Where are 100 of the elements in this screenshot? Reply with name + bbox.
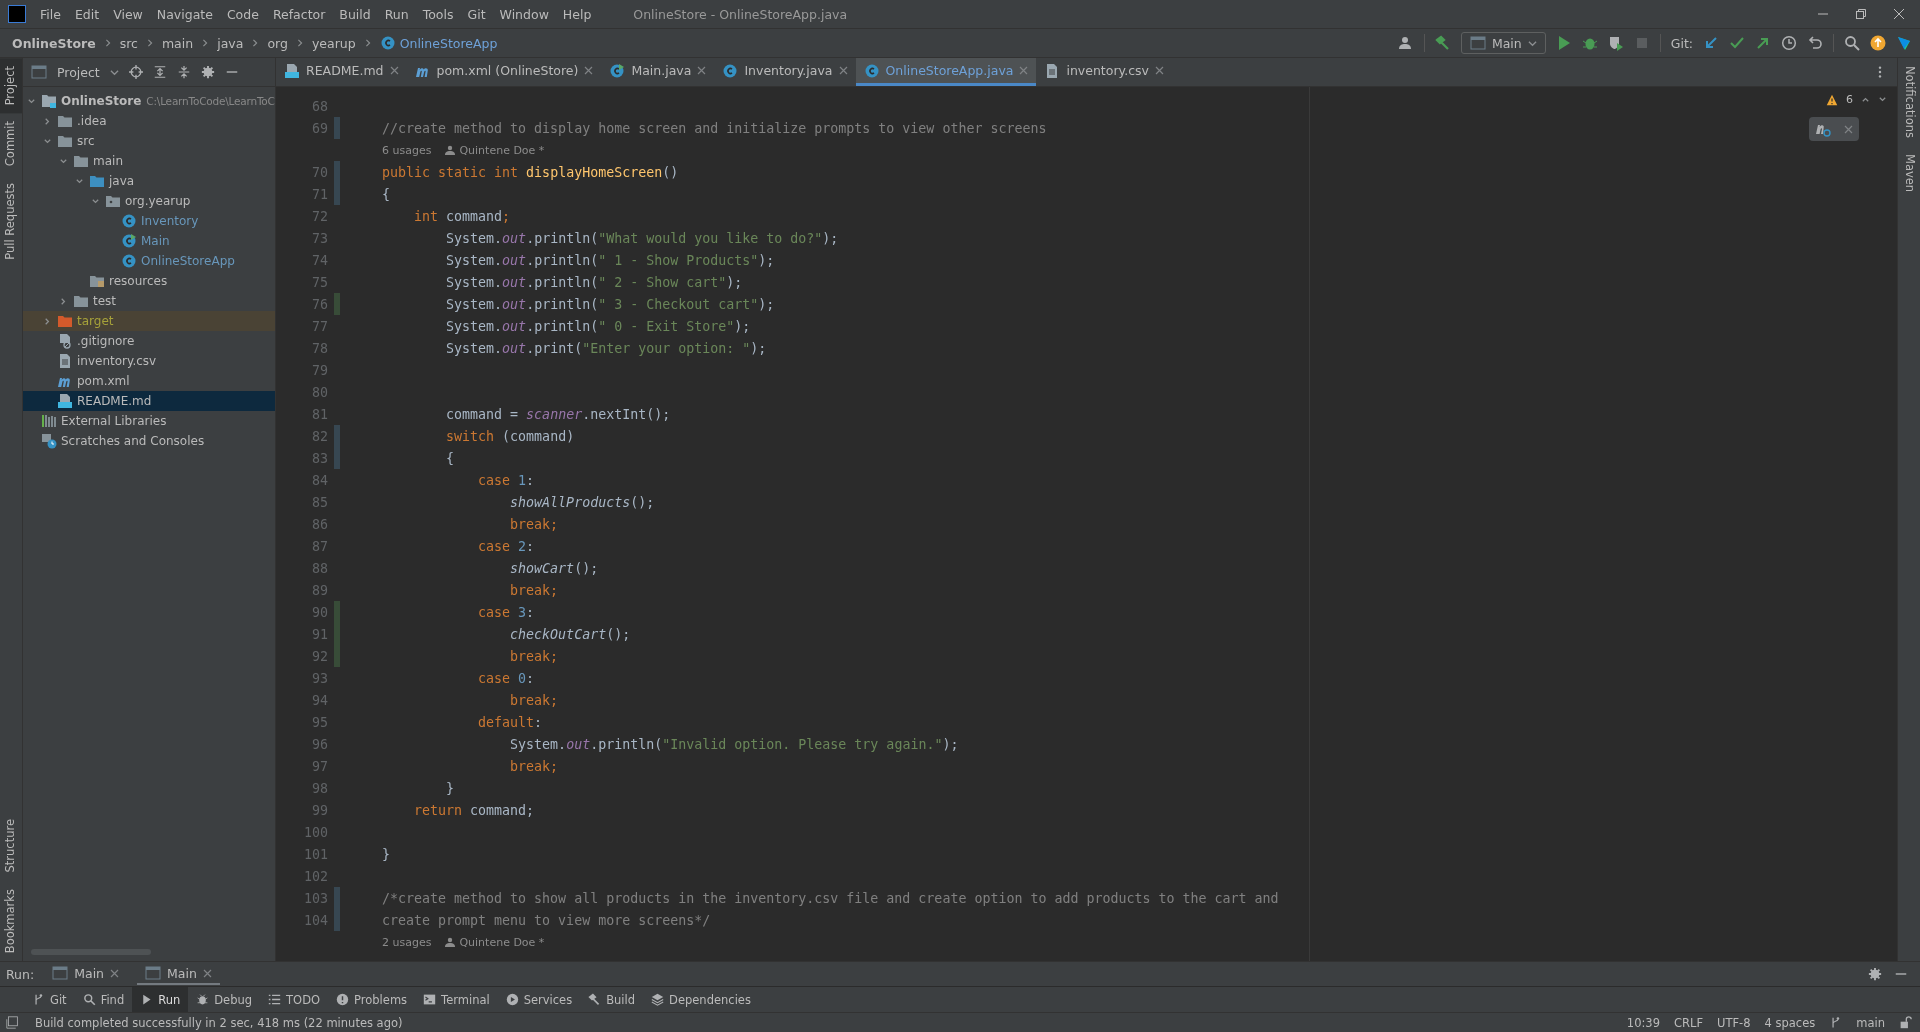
breadcrumb[interactable]: src: [119, 35, 138, 51]
close-icon[interactable]: [110, 968, 120, 978]
menu-item[interactable]: Tools: [422, 6, 454, 22]
tool-window-tab[interactable]: Commit: [0, 113, 22, 175]
chevron-right-icon[interactable]: [42, 116, 52, 126]
caret-position[interactable]: 10:39: [1626, 1015, 1660, 1030]
tool-window-tab[interactable]: Bookmarks: [0, 880, 22, 961]
tool-tab[interactable]: Find: [74, 987, 133, 1012]
tree-row[interactable]: Main: [23, 231, 275, 251]
chevron-down-icon[interactable]: [90, 196, 100, 206]
editor-tab[interactable]: Main.java: [601, 58, 715, 86]
change-marker[interactable]: [334, 161, 340, 183]
close-icon[interactable]: [838, 66, 848, 75]
menu-item[interactable]: Refactor: [272, 6, 326, 22]
tool-window-tab[interactable]: Notifications: [1898, 58, 1920, 146]
tree-row[interactable]: java: [23, 171, 275, 191]
menu-item[interactable]: Navigate: [156, 6, 213, 22]
menu-item[interactable]: View: [113, 6, 143, 22]
usages-hint[interactable]: 2 usages: [382, 935, 432, 949]
close-icon[interactable]: [202, 968, 212, 978]
tool-tab[interactable]: Services: [497, 987, 581, 1012]
tool-tab[interactable]: Terminal: [415, 987, 498, 1012]
breadcrumb[interactable]: yearup: [311, 35, 356, 51]
breadcrumb[interactable]: org: [267, 35, 288, 51]
tree-row[interactable]: Inventory: [23, 211, 275, 231]
chevron-down-icon[interactable]: [42, 136, 52, 146]
tool-tab[interactable]: Git: [24, 987, 75, 1012]
tool-tab[interactable]: TODO: [260, 987, 329, 1012]
tool-tab[interactable]: Problems: [328, 987, 416, 1012]
indent-setting[interactable]: 4 spaces: [1764, 1015, 1816, 1030]
tree-row[interactable]: .idea: [23, 111, 275, 131]
editor-tab[interactable]: pom.xml (OnlineStore): [406, 58, 602, 86]
change-marker[interactable]: [334, 183, 340, 205]
close-icon[interactable]: [1894, 9, 1904, 19]
tree-row[interactable]: External Libraries: [23, 411, 275, 431]
menu-item[interactable]: Git: [467, 6, 486, 22]
tree-row[interactable]: main: [23, 151, 275, 171]
file-encoding[interactable]: UTF-8: [1717, 1015, 1751, 1030]
change-marker[interactable]: [334, 117, 340, 139]
tool-window-tab[interactable]: Structure: [0, 811, 22, 881]
chevron-down-icon[interactable]: [26, 96, 36, 106]
console-tab[interactable]: Main: [44, 963, 128, 985]
change-marker[interactable]: [334, 601, 340, 623]
tool-tab[interactable]: Debug: [188, 987, 261, 1012]
tree-row[interactable]: src: [23, 131, 275, 151]
tree-row[interactable]: OnlineStoreApp: [23, 251, 275, 271]
close-icon[interactable]: [584, 66, 594, 75]
author-hint[interactable]: Quintene Doe *: [459, 935, 545, 949]
breadcrumb[interactable]: java: [217, 35, 244, 51]
tree-row[interactable]: README.md: [23, 391, 275, 411]
menu-item[interactable]: Help: [562, 6, 592, 22]
warning-count[interactable]: 6: [1846, 93, 1853, 106]
close-icon[interactable]: [389, 66, 399, 75]
tool-window-tab[interactable]: Project: [0, 58, 22, 114]
git-branch[interactable]: main: [1856, 1015, 1885, 1030]
console-tab[interactable]: Main: [137, 963, 220, 985]
change-marker[interactable]: [334, 887, 340, 909]
menu-item[interactable]: Window: [499, 6, 549, 22]
editor-tab[interactable]: Inventory.java: [714, 58, 856, 86]
tree-row[interactable]: Scratches and Consoles: [23, 431, 275, 451]
editor-tab[interactable]: README.md: [276, 58, 407, 86]
breadcrumb[interactable]: OnlineStore: [12, 35, 96, 51]
author-hint[interactable]: Quintene Doe *: [459, 143, 545, 157]
tree-row[interactable]: inventory.csv: [23, 351, 275, 371]
change-marker[interactable]: [334, 645, 340, 667]
close-icon[interactable]: [1154, 66, 1164, 75]
tree-row[interactable]: target: [23, 311, 275, 331]
menu-item[interactable]: File: [40, 6, 61, 22]
change-marker[interactable]: [334, 293, 340, 315]
menu-item[interactable]: Edit: [74, 6, 100, 22]
chevron-right-icon[interactable]: [42, 316, 52, 326]
tree-row[interactable]: resources: [23, 271, 275, 291]
usages-hint[interactable]: 6 usages: [382, 143, 432, 157]
tree-row[interactable]: org.yearup: [23, 191, 275, 211]
tree-row[interactable]: OnlineStore C:\LearnToCode\LearnToC: [23, 91, 275, 111]
tree-row[interactable]: test: [23, 291, 275, 311]
chevron-down-icon[interactable]: [58, 156, 68, 166]
menu-item[interactable]: Run: [384, 6, 409, 22]
chevron-right-icon[interactable]: [58, 296, 68, 306]
editor-tab[interactable]: inventory.csv: [1036, 58, 1172, 86]
breadcrumb[interactable]: OnlineStoreApp: [399, 35, 498, 51]
tool-tab[interactable]: Dependencies: [643, 987, 759, 1012]
tool-window-tab[interactable]: Pull Requests: [0, 174, 22, 268]
chevron-down-icon[interactable]: [74, 176, 84, 186]
tree-row[interactable]: .gitignore: [23, 331, 275, 351]
change-marker[interactable]: [334, 425, 340, 447]
change-marker[interactable]: [334, 447, 340, 469]
run-configuration-dropdown[interactable]: Main: [1460, 32, 1546, 54]
menu-item[interactable]: Code: [226, 6, 259, 22]
close-icon[interactable]: [697, 66, 707, 75]
tool-tab[interactable]: Run: [132, 987, 189, 1012]
line-separator[interactable]: CRLF: [1674, 1015, 1704, 1030]
maven-reload-popup[interactable]: [1809, 117, 1859, 141]
tool-window-tab[interactable]: Maven: [1898, 146, 1920, 201]
change-marker[interactable]: [334, 909, 340, 931]
tool-tab[interactable]: Build: [580, 987, 644, 1012]
panel-title[interactable]: Project: [57, 64, 100, 80]
restore-icon[interactable]: [1856, 9, 1866, 19]
editor-tab[interactable]: OnlineStoreApp.java: [855, 58, 1037, 86]
tree-row[interactable]: pom.xml: [23, 371, 275, 391]
